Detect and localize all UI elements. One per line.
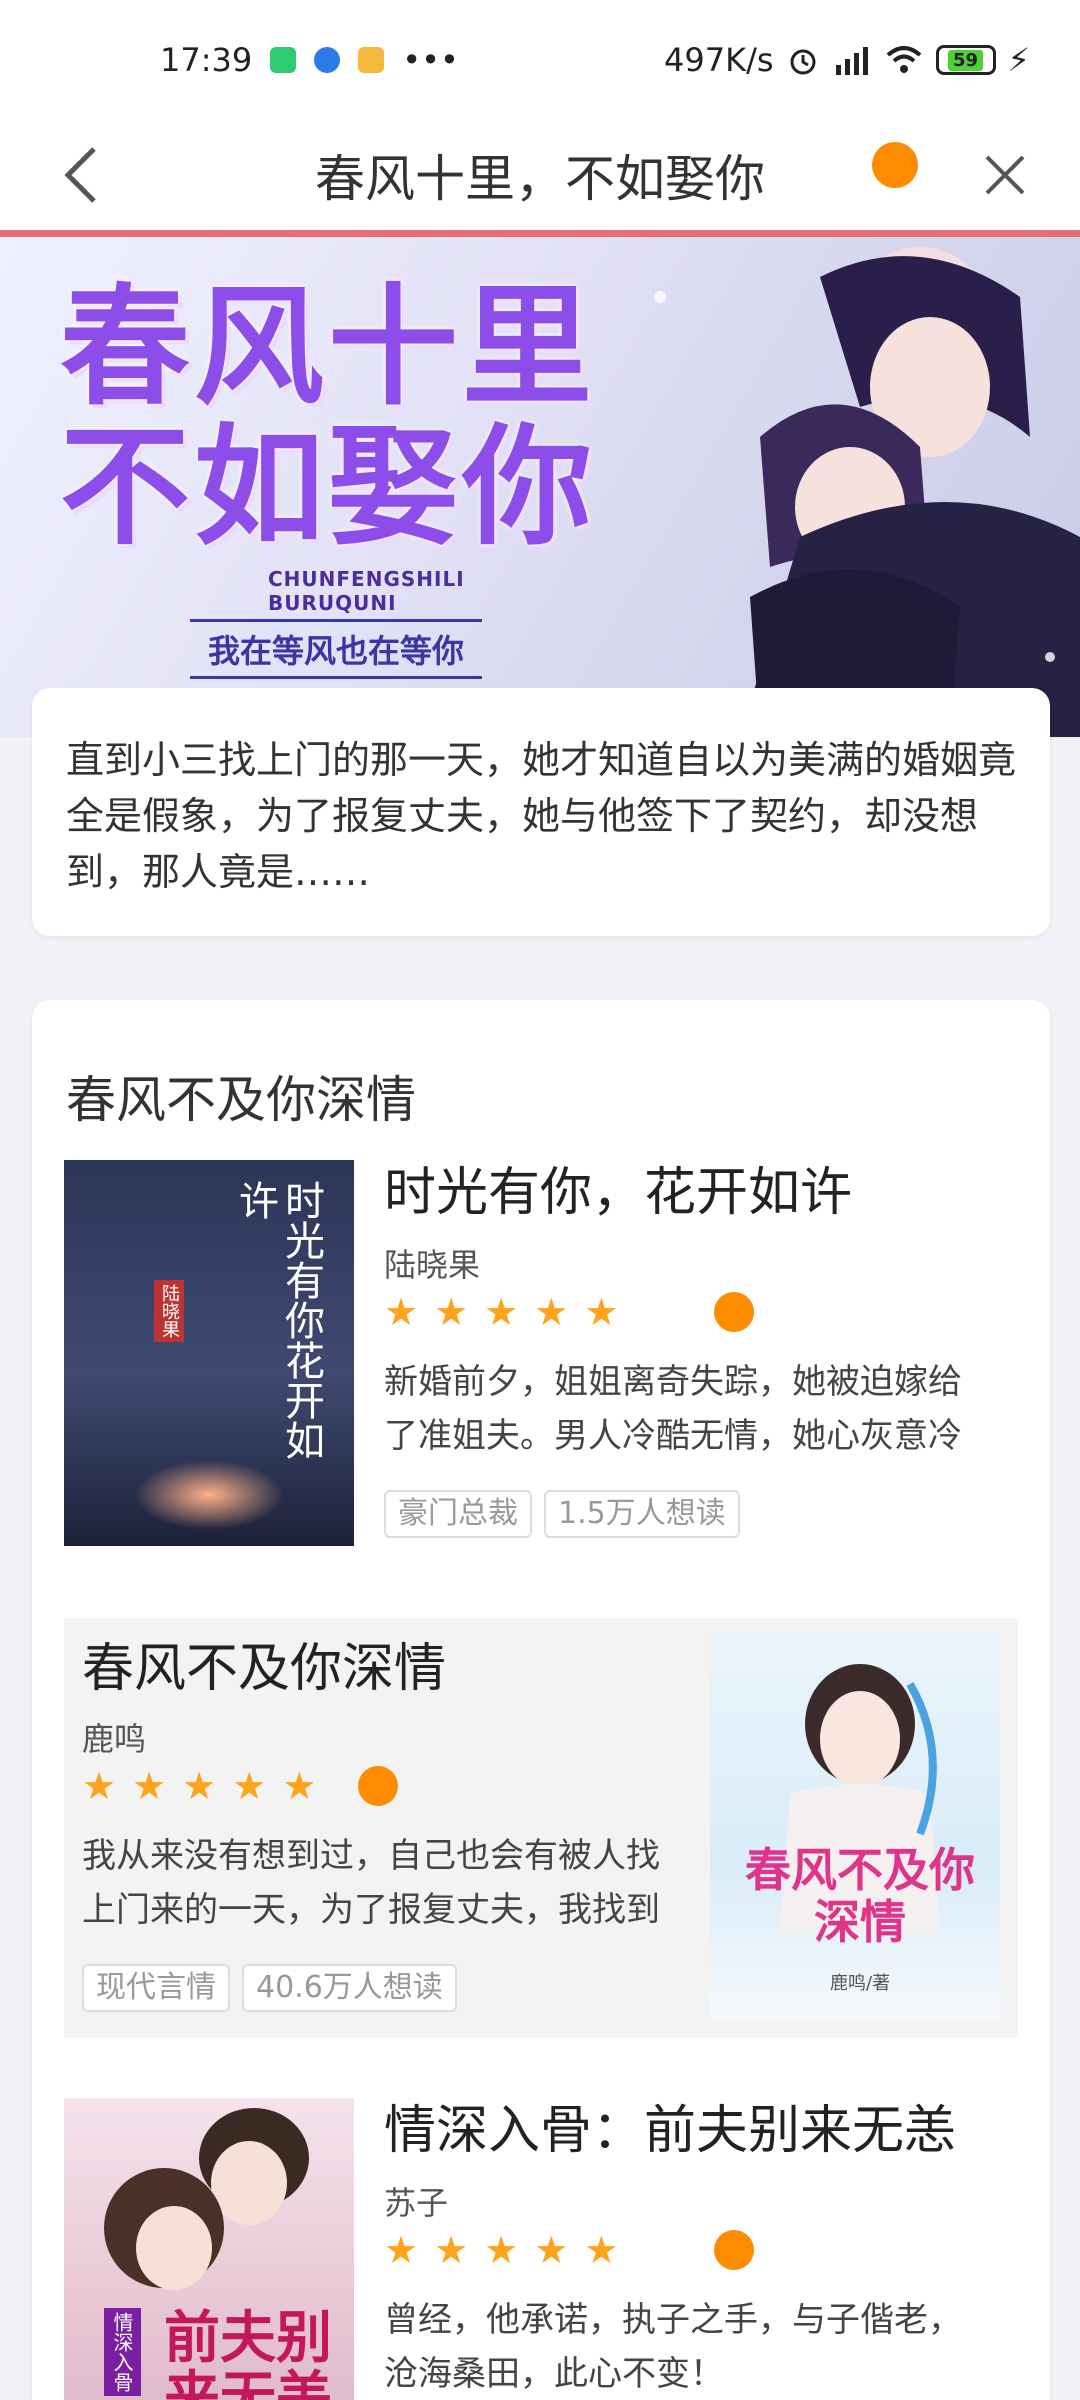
banner-tagline: 我在等风也在等你 [190, 619, 483, 679]
back-button[interactable] [50, 142, 110, 208]
app-notification-icon [358, 47, 385, 73]
book-title: 情深入骨：前夫别来无恙 [384, 2101, 957, 2161]
wifi-icon [886, 46, 921, 73]
charging-icon: ⚡ [1007, 41, 1030, 79]
couple-illustration [654, 247, 1080, 737]
menu-dot-button[interactable] [872, 142, 918, 188]
book-description: 新婚前夕，姐姐离奇失踪，她被迫嫁给了准姐夫。男人冷酷无情，她心灰意冷 [384, 1362, 962, 1456]
readers-tag: 1.5万人想读 [544, 1490, 740, 1538]
nav-bar: 春风十里，不如娶你 [0, 120, 1080, 230]
readers-tag: 40.6万人想读 [242, 1964, 457, 2012]
book-author: 鹿鸣 [82, 1720, 147, 1758]
banner-pinyin: CHUNFENGSHILI BURUQUNI [268, 567, 465, 615]
section-title: 春风不及你深情 [66, 1071, 416, 1129]
book-item[interactable]: 时光有你花开如许 陆晓果 时光有你，花开如许 陆晓果 ★ ★ ★ ★ ★ 新婚前夕，姐姐… [64, 1160, 1018, 1580]
chevron-left-icon [64, 147, 96, 203]
synopsis-card: 直到小三找上门的那一天，她才知道自以为美满的婚姻竟全是假象，为了报复丈夫，她与他… [32, 688, 1050, 936]
rating-dot-icon [714, 2230, 754, 2270]
rating-stars: ★ ★ ★ ★ ★ [384, 2228, 619, 2272]
book-title: 时光有你，花开如许 [384, 1163, 853, 1223]
rating-dot-icon [714, 1292, 754, 1332]
book-description: 我从来没有想到过，自己也会有被人找上门来的一天，为了报复丈夫，我找到 [82, 1836, 660, 1930]
book-cover: 春风不及你深情 鹿鸣/著 [710, 1634, 1000, 2020]
book-item[interactable]: 前夫别来无恙 情深入骨 情深入骨：前夫别来无恙 苏子 ★ ★ ★ ★ ★ 曾经，他承诺，… [64, 2098, 1018, 2400]
book-banner[interactable]: 春风十里 不如娶你 CHUNFENGSHILI BURUQUNI 我在等风也在等… [0, 237, 1080, 737]
book-tags: 现代言情 40.6万人想读 [82, 1964, 457, 2012]
book-title: 春风不及你深情 [82, 1639, 447, 1699]
synopsis-text: 直到小三找上门的那一天，她才知道自以为美满的婚姻竟全是假象，为了报复丈夫，她与他… [66, 738, 1017, 894]
book-cover: 时光有你花开如许 陆晓果 [64, 1160, 354, 1546]
nav-divider [0, 230, 1080, 237]
battery-icon: 59 [935, 45, 996, 75]
book-item[interactable]: 春风不及你深情 鹿鸣 ★ ★ ★ ★ ★ 我从来没有想到过，自己也会有被人找上门来的一天… [64, 1618, 1018, 2038]
app-notification-icon [270, 47, 297, 73]
network-speed: 497K/s [664, 41, 774, 79]
page-title: 春风十里，不如娶你 [315, 150, 765, 208]
app-notification-icon [314, 47, 341, 73]
more-notifications-icon: ••• [402, 41, 459, 79]
recommend-card: 春风不及你深情 时光有你花开如许 陆晓果 时光有你，花开如许 陆晓果 ★ ★ ★ ★ ★… [32, 1000, 1050, 2400]
rating-dot-icon [358, 1766, 398, 1806]
book-description: 曾经，他承诺，执子之手，与子偕老，沧海桑田，此心不变！ [384, 2300, 962, 2394]
close-button[interactable] [975, 145, 1035, 205]
book-author: 苏子 [384, 2184, 449, 2222]
genre-tag: 现代言情 [82, 1964, 230, 2012]
rating-stars: ★ ★ ★ ★ ★ [82, 1764, 317, 1808]
status-bar: 17:39 ••• 497K/s 59 ⚡ [0, 0, 1080, 120]
alarm-icon [790, 49, 816, 75]
book-author: 陆晓果 [384, 1246, 481, 1284]
genre-tag: 豪门总裁 [384, 1490, 532, 1538]
close-icon [985, 155, 1025, 195]
book-cover: 前夫别来无恙 情深入骨 [64, 2098, 354, 2400]
book-tags: 豪门总裁 1.5万人想读 [384, 1490, 740, 1538]
banner-title: 春风十里 不如娶你 [60, 270, 597, 563]
signal-icon [835, 47, 868, 75]
status-time: 17:39 [160, 41, 253, 79]
rating-stars: ★ ★ ★ ★ ★ [384, 1290, 619, 1334]
